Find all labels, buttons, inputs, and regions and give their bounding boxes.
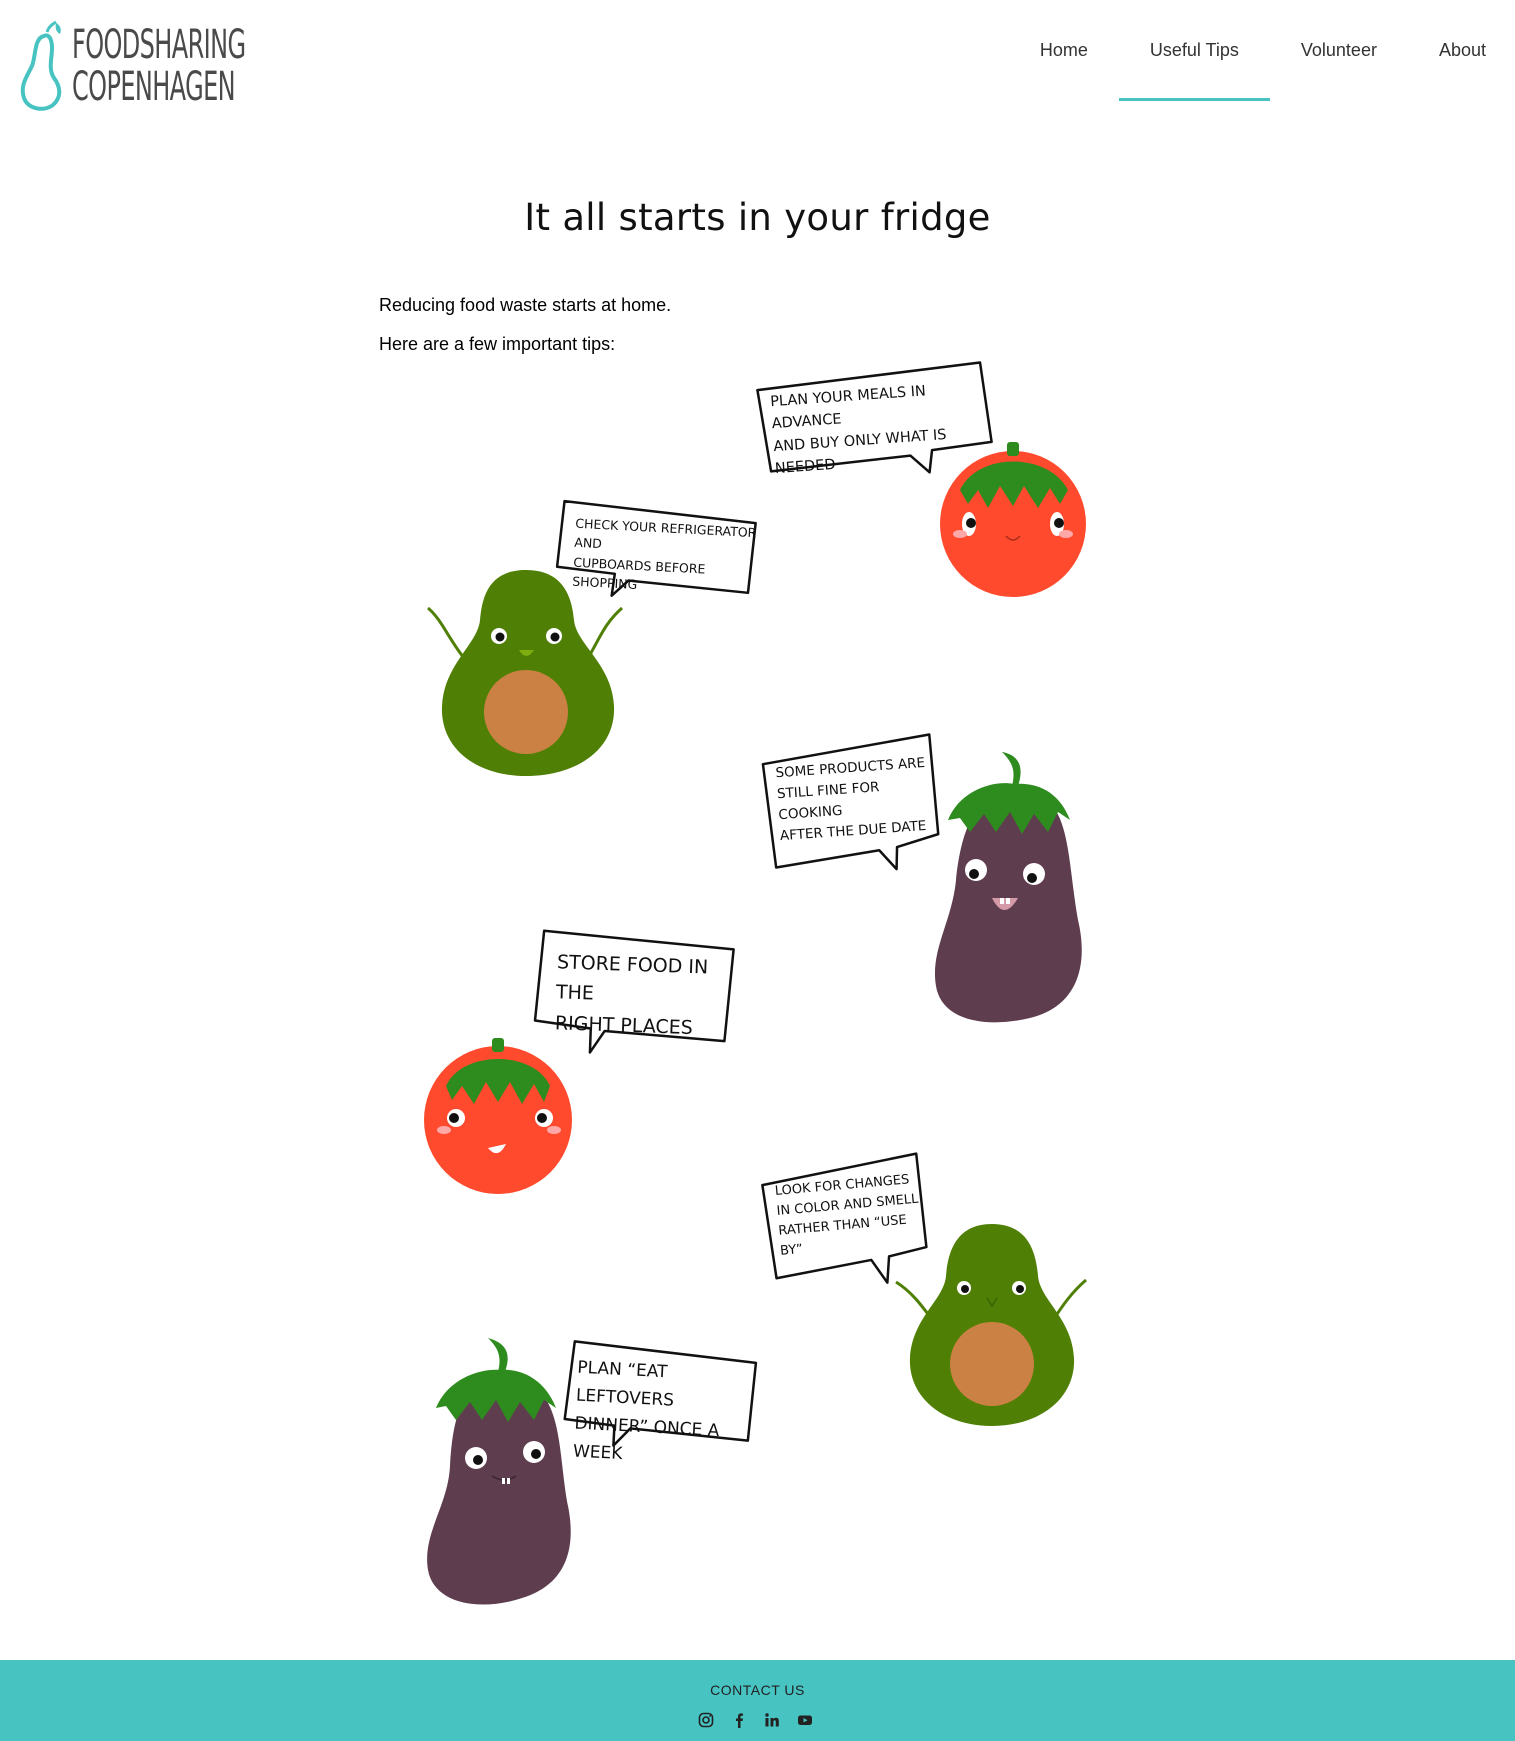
logo-line-1: FOODSHARING	[72, 22, 246, 68]
social-links	[696, 1710, 815, 1730]
contact-us-heading: CONTACT US	[710, 1682, 805, 1698]
youtube-icon[interactable]	[795, 1710, 815, 1730]
linkedin-icon[interactable]	[762, 1710, 782, 1730]
main-nav: Home Useful Tips Volunteer About	[1009, 0, 1515, 101]
nav-useful-tips[interactable]: Useful Tips	[1118, 0, 1270, 101]
nav-home[interactable]: Home	[1009, 0, 1119, 101]
facebook-icon[interactable]	[729, 1710, 749, 1730]
pear-logo-icon	[20, 20, 62, 111]
instagram-icon[interactable]	[696, 1710, 716, 1730]
eggplant-character	[427, 1338, 571, 1605]
site-footer: CONTACT US	[0, 1660, 1515, 1741]
page-title: It all starts in your fridge	[524, 196, 991, 239]
tip-text: Store food in the right places	[554, 951, 709, 1039]
speech-bubble-tip-3: Some products are still fine for cooking…	[760, 732, 947, 878]
intro-line-1: Reducing food waste starts at home.	[379, 295, 672, 315]
tomato-character	[424, 1038, 572, 1194]
logo-line-2: COPENHAGEN	[72, 64, 236, 110]
nav-volunteer[interactable]: Volunteer	[1270, 0, 1408, 101]
eggplant-character	[934, 752, 1082, 1023]
avocado-character	[426, 570, 623, 776]
speech-bubble-tip-6: Plan “eat leftovers dinner” once a week	[563, 1339, 758, 1464]
logo-wordmark: FOODSHARING COPENHAGEN	[72, 22, 246, 110]
nav-about[interactable]: About	[1408, 0, 1515, 101]
intro-line-2: Here are a few important tips:	[379, 334, 616, 354]
tomato-character	[940, 442, 1086, 597]
tip-text: Some products are still fine for cooking…	[775, 754, 927, 844]
site-logo[interactable]: FOODSHARING COPENHAGEN	[20, 20, 250, 112]
avocado-character	[895, 1224, 1087, 1426]
tip-text: Plan “eat leftovers dinner” once a week	[572, 1357, 720, 1465]
intro-text: Reducing food waste starts at home. Here…	[379, 286, 671, 364]
